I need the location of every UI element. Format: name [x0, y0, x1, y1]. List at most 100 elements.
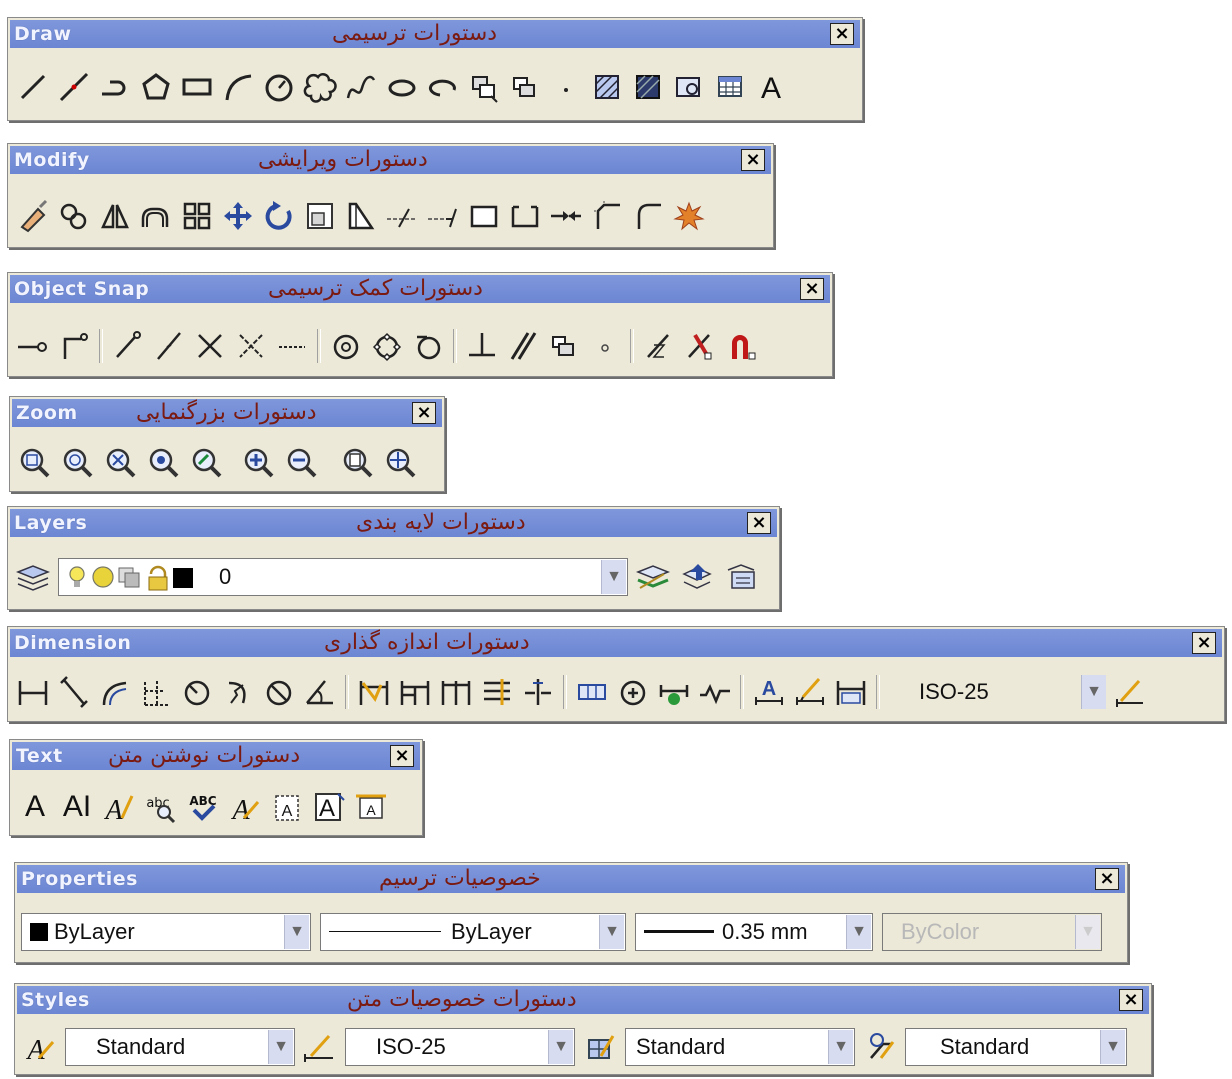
zoom-dynamic-icon[interactable]: [59, 444, 97, 482]
polyline-icon[interactable]: [96, 68, 134, 106]
justify-text-icon[interactable]: A: [310, 788, 348, 826]
close-button[interactable]: ×: [1119, 989, 1143, 1011]
temporary-track-icon[interactable]: [14, 327, 52, 365]
dimension-break-icon[interactable]: [519, 673, 557, 711]
properties-titlebar[interactable]: Properties خصوصیات ترسیم ×: [17, 865, 1125, 893]
dimension-text-edit-icon[interactable]: [791, 673, 829, 711]
rotate-icon[interactable]: [260, 197, 298, 235]
convert-distance-icon[interactable]: A: [352, 788, 390, 826]
trim-icon[interactable]: [383, 197, 421, 235]
multiline-text-icon[interactable]: A: [16, 788, 54, 826]
chevron-down-icon[interactable]: ▼: [1081, 675, 1106, 709]
break-icon[interactable]: [506, 197, 544, 235]
osnap-settings-icon[interactable]: [722, 327, 760, 365]
layer-control-dropdown[interactable]: 0 ▼: [58, 558, 628, 596]
styles-titlebar[interactable]: Styles دستورات خصوصیات متن ×: [17, 986, 1149, 1014]
copy-icon[interactable]: [55, 197, 93, 235]
make-block-icon[interactable]: [506, 68, 544, 106]
diameter-dimension-icon[interactable]: [260, 673, 298, 711]
chamfer-icon[interactable]: [588, 197, 626, 235]
close-button[interactable]: ×: [800, 278, 824, 300]
zoom-scale-icon[interactable]: [102, 444, 140, 482]
chevron-down-icon[interactable]: ▼: [548, 1030, 573, 1064]
close-button[interactable]: ×: [741, 149, 765, 171]
baseline-dimension-icon[interactable]: [396, 673, 434, 711]
zoom-out-icon[interactable]: [283, 444, 321, 482]
insert-block-icon[interactable]: [465, 68, 503, 106]
text-style-dropdown[interactable]: Standard ▼: [65, 1028, 295, 1066]
linear-dimension-icon[interactable]: [14, 673, 52, 711]
stretch-icon[interactable]: [342, 197, 380, 235]
chevron-down-icon[interactable]: ▼: [846, 914, 871, 949]
spell-check-icon[interactable]: ABC: [184, 788, 222, 826]
chevron-down-icon[interactable]: ▼: [284, 914, 309, 949]
break-at-point-icon[interactable]: [465, 197, 503, 235]
zoom-all-icon[interactable]: [339, 444, 377, 482]
circle-icon[interactable]: [260, 68, 298, 106]
snap-insert-icon[interactable]: [545, 327, 583, 365]
revision-cloud-icon[interactable]: [301, 68, 339, 106]
layers-titlebar[interactable]: Layers دستورات لایه بندی ×: [10, 509, 777, 537]
zoom-center-icon[interactable]: [145, 444, 183, 482]
snap-parallel-icon[interactable]: [504, 327, 542, 365]
edit-text-icon[interactable]: A: [100, 788, 138, 826]
close-button[interactable]: ×: [412, 402, 436, 424]
color-control-dropdown[interactable]: ByLayer ▼: [21, 912, 311, 951]
quick-dimension-icon[interactable]: [355, 673, 393, 711]
ellipse-icon[interactable]: [383, 68, 421, 106]
close-button[interactable]: ×: [747, 512, 771, 534]
table-style-dropdown[interactable]: Standard ▼: [625, 1028, 855, 1066]
text-titlebar[interactable]: Text دستورات نوشتن متن ×: [12, 742, 420, 770]
region-icon[interactable]: [670, 68, 708, 106]
scale-text-icon[interactable]: A: [268, 788, 306, 826]
point-icon[interactable]: [547, 68, 585, 106]
table-icon[interactable]: [711, 68, 749, 106]
extend-icon[interactable]: [424, 197, 462, 235]
mirror-icon[interactable]: [96, 197, 134, 235]
table-style-manager-icon[interactable]: [581, 1028, 619, 1066]
dimension-titlebar[interactable]: Dimension دستورات اندازه گذاری ×: [10, 629, 1222, 657]
erase-icon[interactable]: [14, 197, 52, 235]
ordinate-dimension-icon[interactable]: [137, 673, 175, 711]
arc-length-icon[interactable]: [96, 673, 134, 711]
text-style-icon[interactable]: A: [226, 788, 264, 826]
text-style-manager-icon[interactable]: A: [21, 1028, 59, 1066]
find-replace-icon[interactable]: abc: [142, 788, 180, 826]
multileader-style-dropdown[interactable]: Standard ▼: [905, 1028, 1127, 1066]
snap-extension-icon[interactable]: [273, 327, 311, 365]
polygon-icon[interactable]: [137, 68, 175, 106]
snap-midpoint-icon[interactable]: [150, 327, 188, 365]
scale-icon[interactable]: [301, 197, 339, 235]
move-icon[interactable]: [219, 197, 257, 235]
offset-icon[interactable]: [137, 197, 175, 235]
zoom-object-icon[interactable]: [188, 444, 226, 482]
center-mark-icon[interactable]: [614, 673, 652, 711]
dimension-style-icon[interactable]: [1111, 673, 1149, 711]
chevron-down-icon[interactable]: ▼: [1100, 1030, 1125, 1064]
spline-icon[interactable]: [342, 68, 380, 106]
close-button[interactable]: ×: [390, 745, 414, 767]
jogged-dimension-icon[interactable]: [219, 673, 257, 711]
make-object-layer-current-icon[interactable]: [634, 558, 672, 596]
dimension-edit-icon[interactable]: A: [750, 673, 788, 711]
snap-tangent-icon[interactable]: [409, 327, 447, 365]
snap-endpoint-icon[interactable]: [109, 327, 147, 365]
ellipse-arc-icon[interactable]: [424, 68, 462, 106]
fillet-icon[interactable]: [629, 197, 667, 235]
object-snap-titlebar[interactable]: Object Snap دستورات کمک ترسیمی ×: [10, 275, 830, 303]
zoom-window-icon[interactable]: [16, 444, 54, 482]
snap-node-icon[interactable]: [586, 327, 624, 365]
dimension-style-dropdown[interactable]: ISO-25 ▼: [345, 1028, 575, 1066]
single-line-text-icon[interactable]: AI: [58, 788, 96, 826]
explode-icon[interactable]: [670, 197, 708, 235]
close-button[interactable]: ×: [830, 23, 854, 45]
snap-perpendicular-icon[interactable]: [463, 327, 501, 365]
rectangle-icon[interactable]: [178, 68, 216, 106]
draw-titlebar[interactable]: Draw دستورات ترسیمی ×: [10, 20, 860, 48]
multileader-style-manager-icon[interactable]: [861, 1028, 899, 1066]
dimension-update-icon[interactable]: [832, 673, 870, 711]
aligned-dimension-icon[interactable]: [55, 673, 93, 711]
multiline-text-icon[interactable]: A: [752, 68, 790, 106]
tolerance-icon[interactable]: [573, 673, 611, 711]
chevron-down-icon[interactable]: ▼: [599, 914, 624, 949]
